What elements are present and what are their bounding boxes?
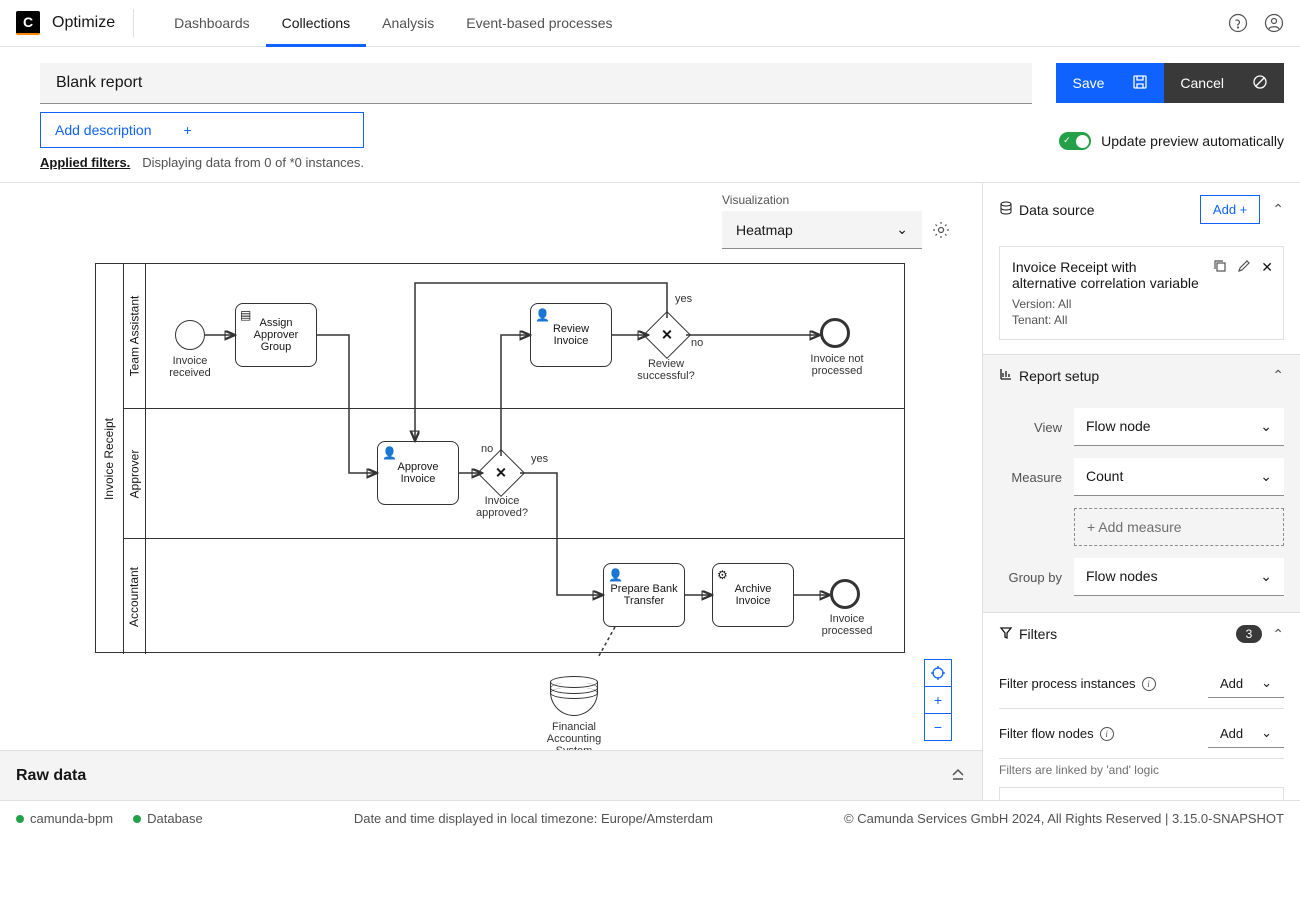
zoom-reset-button[interactable] [924, 659, 952, 687]
service-task-icon: ⚙ [717, 568, 728, 582]
nav-dashboards[interactable]: Dashboards [158, 0, 266, 47]
add-instance-filter-button[interactable]: Add⌄ [1208, 669, 1284, 698]
task-assign: ▤ Assign Approver Group [235, 303, 317, 367]
chevron-down-icon: ⌄ [1260, 468, 1272, 485]
save-icon [1132, 74, 1148, 93]
chevron-up-icon[interactable]: ⌃ [1272, 626, 1284, 643]
engine-status: camunda-bpm [16, 811, 113, 826]
chart-icon [999, 367, 1013, 384]
chevron-down-icon: ⌄ [1261, 675, 1272, 691]
info-icon[interactable]: i [1100, 727, 1114, 741]
applied-filters-link[interactable]: Applied filters. [40, 155, 130, 170]
task-review: 👤 Review Invoice [530, 303, 612, 367]
view-select[interactable]: Flow node⌄ [1074, 408, 1284, 446]
filter-note: Filters are linked by 'and' logic [999, 759, 1284, 787]
main-nav: Dashboards Collections Analysis Event-ba… [158, 0, 628, 47]
info-icon[interactable]: i [1142, 677, 1156, 691]
start-event [175, 320, 205, 350]
auto-preview-toggle[interactable]: ✓ [1059, 132, 1091, 150]
data-source-card: Invoice Receipt with alternative correla… [999, 246, 1284, 340]
chevron-up-icon[interactable]: ⌃ [1272, 367, 1284, 384]
end-processed [830, 579, 860, 609]
bpmn-diagram: Invoice Receipt Team Assistant Approver … [95, 263, 910, 658]
user-task-icon: 👤 [535, 308, 550, 322]
display-info: Displaying data from 0 of *0 instances. [142, 155, 364, 170]
task-archive: ⚙ Archive Invoice [712, 563, 794, 627]
timezone-info: Date and time displayed in local timezon… [354, 811, 713, 826]
cancel-button[interactable]: Cancel [1164, 63, 1284, 103]
add-data-source-button[interactable]: Add + [1200, 195, 1260, 224]
product-name: Optimize [52, 9, 134, 37]
chevron-up-icon[interactable]: ⌃ [1272, 201, 1284, 218]
business-rule-icon: ▤ [240, 308, 251, 322]
add-flownode-filter-button[interactable]: Add⌄ [1208, 719, 1284, 748]
measure-select[interactable]: Count⌄ [1074, 458, 1284, 496]
user-task-icon: 👤 [382, 446, 397, 460]
plus-icon: + [184, 122, 192, 138]
nav-event-processes[interactable]: Event-based processes [450, 0, 628, 47]
report-canvas[interactable]: Visualization Heatmap ⌄ Invoice Receipt … [0, 183, 982, 800]
data-source-title: Data source [1019, 202, 1094, 218]
datastore [550, 676, 598, 716]
user-task-icon: 👤 [608, 568, 623, 582]
save-label: Save [1072, 75, 1104, 91]
zoom-out-button[interactable]: − [924, 713, 952, 741]
app-logo: C [16, 11, 40, 35]
user-icon[interactable] [1264, 13, 1284, 33]
task-prepare: 👤 Prepare Bank Transfer [603, 563, 685, 627]
nav-collections[interactable]: Collections [266, 0, 366, 47]
visualization-label: Visualization [722, 193, 952, 207]
end-not-processed [820, 318, 850, 348]
chevron-down-icon: ⌄ [1261, 725, 1272, 741]
cancel-label: Cancel [1180, 75, 1224, 91]
db-status: Database [133, 811, 203, 826]
cancel-icon [1252, 74, 1268, 93]
close-icon[interactable]: ✕ [1261, 259, 1273, 276]
visualization-select[interactable]: Heatmap ⌄ [722, 211, 922, 249]
raw-data-bar[interactable]: Raw data [0, 750, 982, 800]
save-button[interactable]: Save [1056, 63, 1164, 103]
report-title-input[interactable] [40, 63, 1032, 104]
task-approve: 👤 Approve Invoice [377, 441, 459, 505]
auto-preview-label: Update preview automatically [1101, 133, 1284, 149]
chevron-down-icon: ⌄ [1260, 568, 1272, 585]
add-description-button[interactable]: Add description + [40, 112, 364, 148]
group-by-select[interactable]: Flow nodes⌄ [1074, 558, 1284, 596]
expand-icon [950, 765, 966, 786]
gear-icon[interactable] [932, 220, 950, 240]
add-measure-button[interactable]: + Add measure [1074, 508, 1284, 546]
filters-title: Filters [1019, 626, 1057, 642]
database-icon [999, 201, 1013, 218]
chevron-down-icon: ⌄ [1260, 418, 1272, 435]
copyright: © Camunda Services GmbH 2024, All Rights… [844, 811, 1284, 826]
edit-icon[interactable] [1237, 259, 1251, 276]
nav-analysis[interactable]: Analysis [366, 0, 450, 47]
filter-icon [999, 626, 1013, 643]
help-icon[interactable] [1228, 13, 1248, 33]
chevron-down-icon: ⌄ [896, 221, 908, 238]
filters-count-badge: 3 [1236, 625, 1263, 643]
zoom-in-button[interactable]: + [924, 686, 952, 714]
filter-card[interactable]: Process instance filter [999, 787, 1284, 800]
setup-title: Report setup [1019, 368, 1099, 384]
copy-icon[interactable] [1213, 259, 1227, 276]
